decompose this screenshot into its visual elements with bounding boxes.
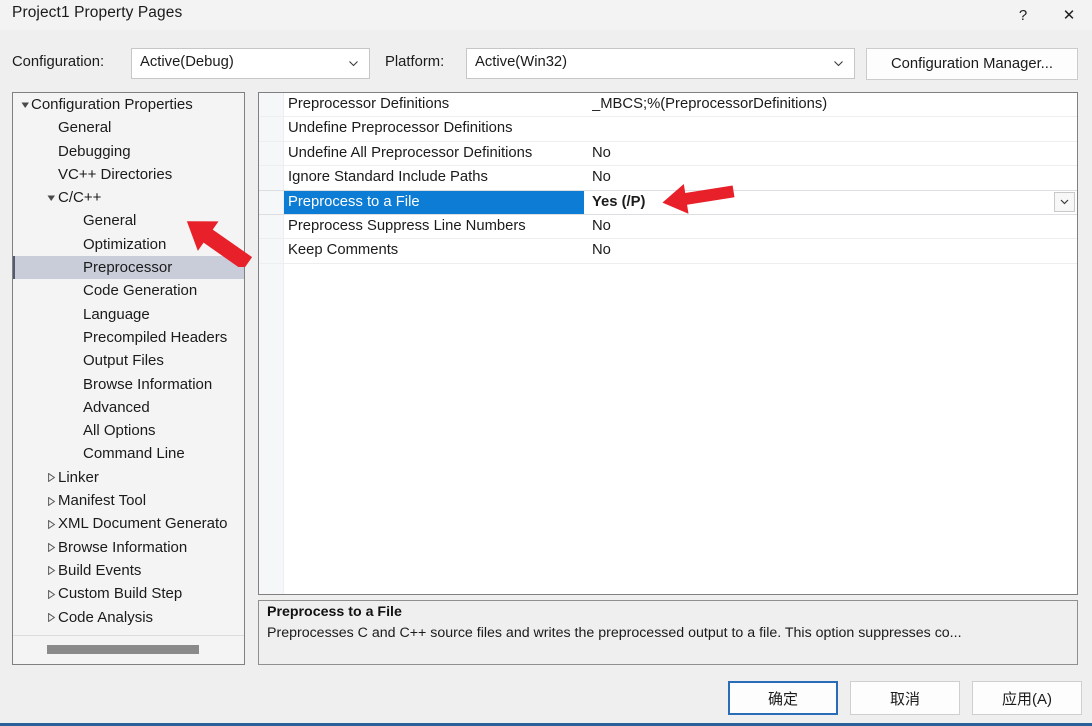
tree-item-language[interactable]: Language bbox=[13, 303, 244, 326]
tree-expander-collapsed-icon[interactable] bbox=[43, 536, 61, 559]
tree-item-label: General bbox=[83, 212, 137, 230]
tree-horizontal-scrollbar[interactable] bbox=[13, 635, 244, 664]
tree-item-preprocessor[interactable]: Preprocessor bbox=[13, 256, 244, 280]
property-grid[interactable]: Preprocessor Definitions _MBCS;%(Preproce… bbox=[259, 93, 1077, 264]
tree-item-code-analysis[interactable]: Code Analysis bbox=[13, 606, 244, 629]
tree-item-optimization[interactable]: Optimization bbox=[13, 233, 244, 256]
property-name: Undefine Preprocessor Definitions bbox=[288, 120, 513, 137]
tree-expander-expanded-icon[interactable] bbox=[43, 186, 61, 209]
property-grid-panel: Preprocessor Definitions _MBCS;%(Preproce… bbox=[258, 92, 1078, 595]
property-row[interactable]: Preprocess Suppress Line Numbers No bbox=[259, 215, 1077, 240]
tree-item-label: Optimization bbox=[83, 235, 167, 253]
tree-item-label: Command Line bbox=[83, 445, 185, 463]
tree-expander-collapsed-icon[interactable] bbox=[43, 466, 61, 489]
property-name: Keep Comments bbox=[288, 242, 399, 259]
tree-expander-collapsed-icon[interactable] bbox=[43, 559, 61, 582]
tree-item-c-c[interactable]: C/C++ bbox=[13, 186, 244, 209]
property-name: Ignore Standard Include Paths bbox=[288, 169, 488, 186]
chevron-down-icon bbox=[347, 57, 360, 70]
tree-item-debugging[interactable]: Debugging bbox=[13, 140, 244, 163]
tree-item-label: General bbox=[58, 119, 112, 137]
configuration-manager-button[interactable]: Configuration Manager... bbox=[866, 48, 1078, 80]
tree-expander-expanded-icon[interactable] bbox=[17, 93, 35, 116]
property-name: Undefine All Preprocessor Definitions bbox=[288, 144, 533, 161]
cancel-button[interactable]: 取消 bbox=[850, 681, 960, 715]
tree-item-label: Output Files bbox=[83, 352, 164, 370]
configuration-tree-panel: Configuration Properties General Debugging… bbox=[12, 92, 245, 665]
property-value[interactable]: No bbox=[592, 239, 1073, 262]
property-row[interactable]: Keep Comments No bbox=[259, 239, 1077, 264]
description-text: Preprocesses C and C++ source files and … bbox=[267, 625, 962, 641]
property-name: Preprocess to a File bbox=[288, 193, 420, 210]
configuration-value: Active(Debug) bbox=[140, 54, 234, 70]
configuration-bar: Configuration: Active(Debug) Platform: A… bbox=[0, 48, 1092, 81]
help-button[interactable]: ? bbox=[1000, 0, 1046, 30]
tree-item-label: Debugging bbox=[58, 142, 131, 160]
tree-item-browse-information[interactable]: Browse Information bbox=[13, 536, 244, 559]
property-row[interactable]: Ignore Standard Include Paths No bbox=[259, 166, 1077, 191]
platform-select[interactable]: Active(Win32) bbox=[466, 48, 855, 79]
tree-item-label: Browse Information bbox=[83, 375, 213, 393]
platform-label: Platform: bbox=[385, 54, 445, 70]
tree-item-general[interactable]: General bbox=[13, 209, 244, 232]
close-button[interactable]: ✕ bbox=[1046, 0, 1092, 30]
chevron-down-icon bbox=[1060, 199, 1069, 205]
platform-value: Active(Win32) bbox=[475, 54, 568, 70]
tree-item-label: Configuration Properties bbox=[31, 96, 193, 113]
property-value[interactable]: _MBCS;%(PreprocessorDefinitions) bbox=[592, 93, 1073, 116]
tree-item-label: VC++ Directories bbox=[58, 165, 173, 183]
tree-item-label: Preprocessor bbox=[83, 259, 173, 277]
title-bar-buttons: ? ✕ bbox=[1000, 0, 1092, 30]
tree-item-command-line[interactable]: Command Line bbox=[13, 442, 244, 465]
property-value[interactable]: Yes (/P) bbox=[592, 191, 1073, 214]
property-value-dropdown-button[interactable] bbox=[1054, 191, 1075, 212]
description-panel: Preprocess to a File Preprocesses C and … bbox=[258, 600, 1078, 665]
description-title: Preprocess to a File bbox=[267, 604, 402, 620]
ok-button[interactable]: 确定 bbox=[728, 681, 838, 715]
tree-item-label: Precompiled Headers bbox=[83, 328, 228, 346]
tree-item-vc-directories[interactable]: VC++ Directories bbox=[13, 163, 244, 186]
tree-item-code-generation[interactable]: Code Generation bbox=[13, 279, 244, 302]
dialog-button-bar: 确定 取消 应用(A) bbox=[0, 681, 1092, 717]
property-name: Preprocess Suppress Line Numbers bbox=[288, 217, 526, 234]
apply-button[interactable]: 应用(A) bbox=[972, 681, 1082, 715]
title-bar: Project1 Property Pages ? ✕ bbox=[0, 0, 1092, 30]
property-row[interactable]: Undefine All Preprocessor Definitions No bbox=[259, 142, 1077, 167]
tree-item-browse-information[interactable]: Browse Information bbox=[13, 373, 244, 396]
tree-item-label: Language bbox=[83, 305, 150, 323]
tree-item-xml-document-generato[interactable]: XML Document Generato bbox=[13, 512, 244, 535]
tree-item-manifest-tool[interactable]: Manifest Tool bbox=[13, 489, 244, 512]
property-value[interactable]: No bbox=[592, 166, 1073, 189]
tree-item-general[interactable]: General bbox=[13, 116, 244, 139]
property-value[interactable]: No bbox=[592, 142, 1073, 165]
tree-horizontal-scrollbar-thumb[interactable] bbox=[47, 645, 199, 654]
property-row[interactable]: Undefine Preprocessor Definitions bbox=[259, 117, 1077, 142]
configuration-select[interactable]: Active(Debug) bbox=[131, 48, 370, 79]
chevron-down-icon bbox=[832, 57, 845, 70]
tree-item-build-events[interactable]: Build Events bbox=[13, 559, 244, 582]
tree-item-precompiled-headers[interactable]: Precompiled Headers bbox=[13, 326, 244, 349]
tree-item-output-files[interactable]: Output Files bbox=[13, 349, 244, 372]
window-title: Project1 Property Pages bbox=[12, 4, 183, 21]
configuration-tree[interactable]: Configuration Properties General Debugging… bbox=[13, 93, 244, 636]
tree-item-advanced[interactable]: Advanced bbox=[13, 396, 244, 419]
property-value[interactable]: No bbox=[592, 215, 1073, 238]
tree-item-linker[interactable]: Linker bbox=[13, 466, 244, 489]
property-name: Preprocessor Definitions bbox=[288, 96, 450, 112]
tree-item-label: All Options bbox=[83, 422, 156, 440]
tree-expander-collapsed-icon[interactable] bbox=[43, 582, 61, 605]
tree-item-custom-build-step[interactable]: Custom Build Step bbox=[13, 582, 244, 605]
property-row[interactable]: Preprocessor Definitions _MBCS;%(Preproce… bbox=[259, 93, 1077, 118]
tree-item-label: Advanced bbox=[83, 398, 150, 416]
property-row[interactable]: Preprocess to a File Yes (/P) bbox=[259, 189, 1077, 215]
tree-expander-collapsed-icon[interactable] bbox=[43, 489, 61, 512]
tree-item-all-options[interactable]: All Options bbox=[13, 419, 244, 442]
tree-expander-collapsed-icon[interactable] bbox=[43, 512, 61, 535]
tree-item-configuration-properties[interactable]: Configuration Properties bbox=[13, 93, 244, 116]
configuration-label: Configuration: bbox=[12, 54, 105, 70]
tree-expander-collapsed-icon[interactable] bbox=[43, 606, 61, 629]
property-pages-dialog: Project1 Property Pages ? ✕ Configuratio… bbox=[0, 0, 1092, 726]
tree-item-label: Code Generation bbox=[83, 282, 198, 300]
